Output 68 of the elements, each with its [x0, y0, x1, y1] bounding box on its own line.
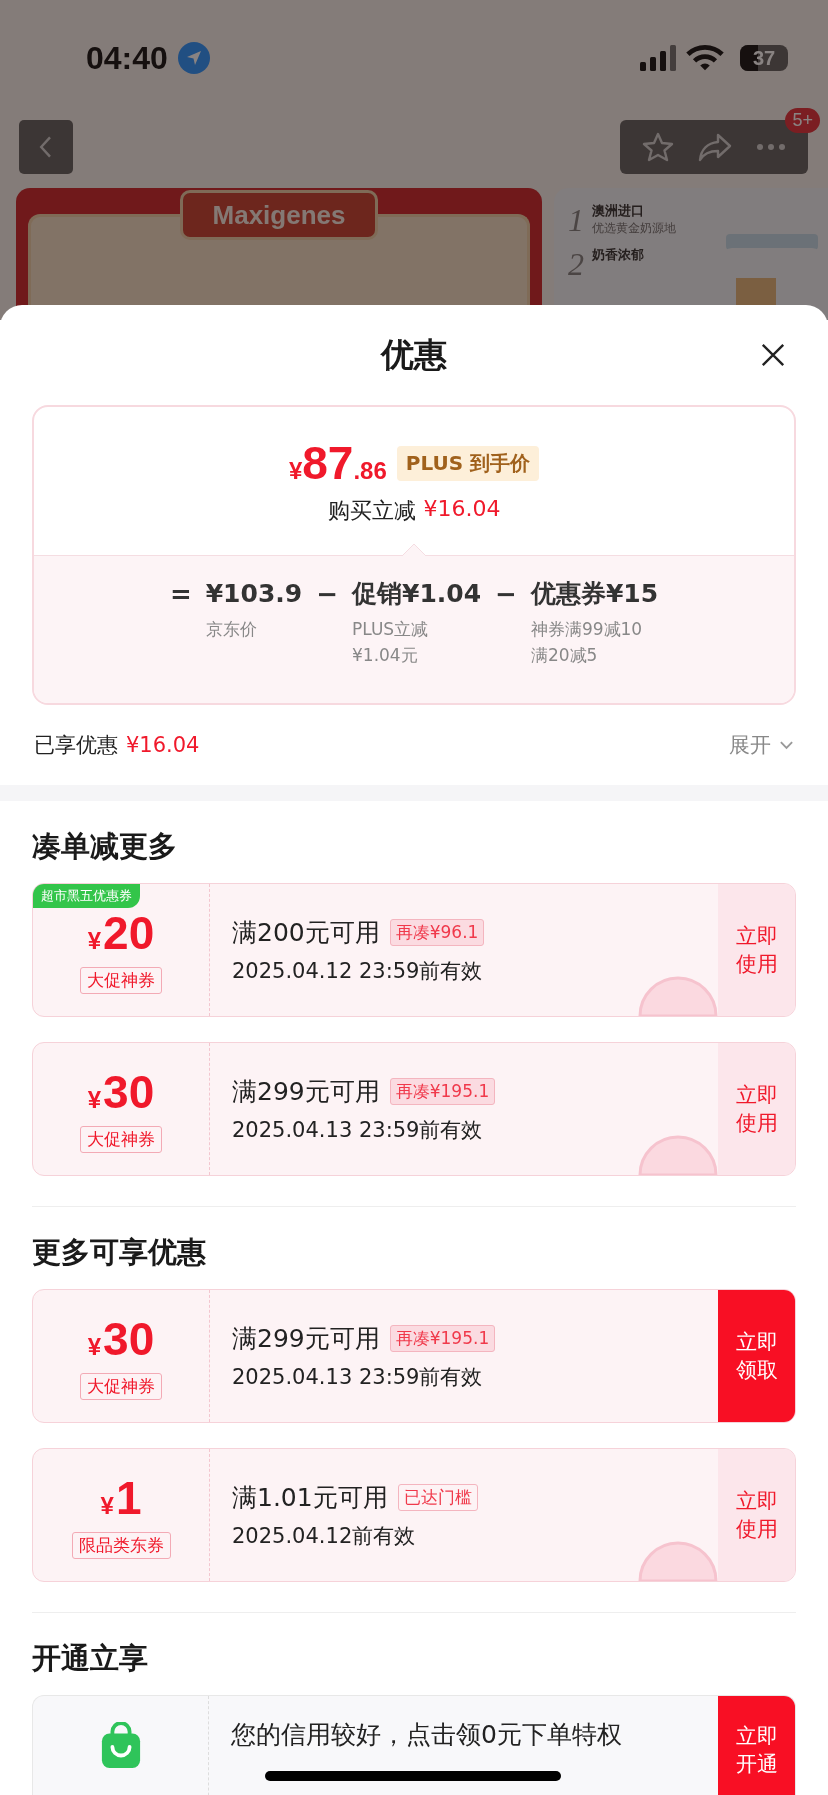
expand-link[interactable]: 展开 [729, 731, 771, 759]
section-title: 开通立享 [31, 1640, 149, 1677]
coupon-validity: 2025.04.12前有效 [232, 1522, 417, 1550]
coupon-type: 大促神券 [80, 966, 162, 994]
breakdown-note: 神券满99减10 [530, 618, 644, 640]
coupon-condition: 满299元可用 [232, 1322, 380, 1355]
minus-sign: − [316, 578, 338, 610]
coupon-type: 限品类东券 [71, 1531, 171, 1559]
signal-icon [640, 45, 676, 71]
coupon-badge: 超市黑五优惠券 [33, 884, 140, 908]
back-icon[interactable] [38, 134, 54, 160]
shopping-bag-icon [99, 1722, 142, 1768]
feature-number: 1 [568, 202, 584, 238]
breakdown-amount: 促销¥1.04 [352, 578, 482, 610]
coupon-validity: 2025.04.13 23:59前有效 [232, 1116, 484, 1144]
breakdown-note: ¥1.04元 [352, 644, 419, 666]
coupon-validity: 2025.04.13 23:59前有效 [232, 1363, 484, 1391]
coupon-type: 大促神券 [80, 1372, 162, 1400]
feature-title: 奶香浓郁 [592, 246, 644, 264]
coupon-tag: 已达门槛 [397, 1483, 478, 1511]
coupon-amount: ¥20 [87, 906, 155, 961]
feature-subtitle: 优选黄金奶源地 [592, 220, 676, 237]
coupon-condition: 满1.01元可用 [232, 1481, 388, 1514]
coupon-action-button[interactable]: 立即使用 [718, 1449, 795, 1581]
back-button[interactable] [19, 120, 73, 174]
coupon-action-button[interactable]: 立即领取 [718, 1290, 795, 1422]
feature-title: 澳洲进口 [592, 202, 645, 220]
close-icon[interactable] [760, 342, 786, 368]
enjoyed-label: 已享优惠 [34, 732, 118, 759]
open-button[interactable]: 立即开通 [718, 1696, 795, 1795]
brand-logo: Maxigenes [179, 190, 379, 240]
breakdown-note: 满20减5 [530, 644, 599, 666]
section-title: 更多可享优惠 [31, 1234, 207, 1271]
breakdown-note: PLUS立减 [352, 618, 430, 640]
breakdown-amount: ¥103.9 [205, 578, 303, 610]
equals-sign: = [169, 578, 192, 610]
coupon-condition: 满299元可用 [232, 1075, 380, 1108]
sheet-title: 优惠 [381, 333, 447, 376]
share-icon[interactable] [698, 132, 732, 162]
more-icon[interactable] [756, 143, 786, 151]
coupon-amount: ¥30 [87, 1065, 155, 1120]
breakdown-amount: 优惠券¥15 [530, 578, 659, 610]
plus-price-tag: PLUS 到手价 [396, 445, 540, 481]
coupon-amount: ¥1 [100, 1471, 142, 1526]
coupon-condition: 满200元可用 [232, 916, 380, 949]
wifi-icon [686, 44, 724, 72]
star-icon[interactable] [642, 131, 674, 163]
coupon-type: 大促神券 [80, 1125, 162, 1153]
offer-text: 您的信用较好，点击领0元下单特权 [231, 1720, 622, 1749]
saving-amount: ¥16.04 [423, 496, 501, 523]
final-price: ¥87.86 [288, 436, 387, 490]
coupon-tag: 再凑¥195.1 [389, 1077, 496, 1105]
coupon-tag: 再凑¥96.1 [389, 918, 485, 946]
breakdown-note: 京东价 [205, 618, 258, 640]
coupon-action-button[interactable]: 立即使用 [718, 1043, 795, 1175]
minus-sign: − [495, 578, 517, 610]
notification-badge: 5+ [785, 108, 820, 133]
chevron-down-icon[interactable] [779, 740, 794, 750]
coupon-action-button[interactable]: 立即使用 [718, 884, 795, 1016]
enjoyed-amount: ¥16.04 [126, 733, 200, 757]
section-title: 凑单减更多 [31, 828, 178, 865]
saving-label: 购买立减 [327, 497, 416, 525]
battery-indicator: 37 [740, 45, 788, 71]
coupon-validity: 2025.04.12 23:59前有效 [232, 957, 484, 985]
coupon-amount: ¥30 [87, 1312, 155, 1367]
coupon-tag: 再凑¥195.1 [389, 1324, 496, 1352]
feature-number: 2 [568, 246, 584, 282]
status-time: 04:40 [86, 39, 168, 77]
